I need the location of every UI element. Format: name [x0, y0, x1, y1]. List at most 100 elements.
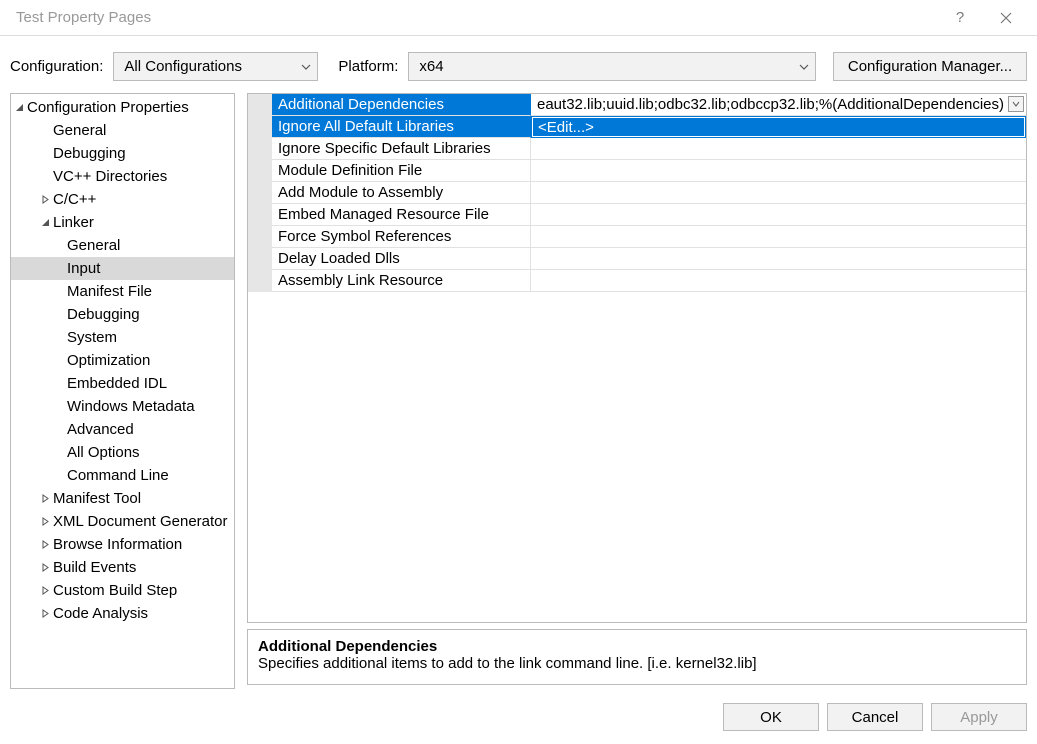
description-box: Additional Dependencies Specifies additi… — [247, 629, 1027, 685]
tree-item-label: Manifest Tool — [53, 490, 141, 507]
property-value[interactable] — [531, 160, 1026, 182]
tree-item-label: All Options — [67, 444, 140, 461]
help-icon: ? — [956, 9, 964, 26]
tree-item[interactable]: Optimization — [11, 349, 234, 372]
chevron-down-icon — [793, 62, 815, 72]
property-row[interactable]: Delay Loaded Dlls — [272, 248, 1026, 270]
tree-item-label: General — [53, 122, 106, 139]
help-button[interactable]: ? — [937, 1, 983, 35]
description-text: Specifies additional items to add to the… — [258, 655, 1016, 672]
tree-item-label: Advanced — [67, 421, 134, 438]
tree-item[interactable]: C/C++ — [11, 188, 234, 211]
cancel-button[interactable]: Cancel — [827, 703, 923, 731]
config-toolbar: Configuration: All Configurations Platfo… — [0, 36, 1037, 93]
tree-item[interactable]: VC++ Directories — [11, 165, 234, 188]
tree-item-label: General — [67, 237, 120, 254]
tree-item[interactable]: Custom Build Step — [11, 579, 234, 602]
close-icon — [1000, 12, 1012, 24]
tree-root-label: Configuration Properties — [27, 99, 189, 116]
tree-item-label: XML Document Generator — [53, 513, 228, 530]
property-value[interactable] — [531, 270, 1026, 292]
property-label: Module Definition File — [272, 160, 531, 182]
property-label: Embed Managed Resource File — [272, 204, 531, 226]
tree-item[interactable]: Windows Metadata — [11, 395, 234, 418]
titlebar: Test Property Pages ? — [0, 0, 1037, 36]
body-area: Configuration Properties General Debuggin… — [0, 93, 1037, 689]
property-row[interactable]: Module Definition File — [272, 160, 1026, 182]
ok-button[interactable]: OK — [723, 703, 819, 731]
property-row[interactable]: Ignore Specific Default Libraries — [272, 138, 1026, 160]
tree-item[interactable]: Input — [11, 257, 234, 280]
property-label: Ignore Specific Default Libraries — [272, 138, 531, 160]
tree-item[interactable]: Command Line — [11, 464, 234, 487]
tree-item[interactable]: Advanced — [11, 418, 234, 441]
apply-button[interactable]: Apply — [931, 703, 1027, 731]
expander-closed-icon[interactable] — [39, 586, 51, 595]
configuration-manager-button[interactable]: Configuration Manager... — [833, 52, 1027, 81]
platform-value: x64 — [409, 58, 793, 75]
expander-open-icon[interactable] — [13, 103, 25, 112]
tree-root[interactable]: Configuration Properties — [11, 96, 234, 119]
tree-item[interactable]: Manifest Tool — [11, 487, 234, 510]
property-value[interactable] — [531, 248, 1026, 270]
tree-item[interactable]: General — [11, 234, 234, 257]
property-value[interactable] — [531, 138, 1026, 160]
tree-item-label: Linker — [53, 214, 94, 231]
property-row[interactable]: Add Module to Assembly — [272, 182, 1026, 204]
tree-item-label: Code Analysis — [53, 605, 148, 622]
property-row[interactable]: Embed Managed Resource File — [272, 204, 1026, 226]
property-row[interactable]: Assembly Link Resource — [272, 270, 1026, 292]
property-row[interactable]: Additional Dependencieseaut32.lib;uuid.l… — [272, 94, 1026, 116]
tree-item[interactable]: Debugging — [11, 303, 234, 326]
expander-closed-icon[interactable] — [39, 494, 51, 503]
configuration-value: All Configurations — [114, 58, 295, 75]
tree-item-label: Embedded IDL — [67, 375, 167, 392]
right-pane: Additional Dependencieseaut32.lib;uuid.l… — [247, 93, 1027, 689]
window-title: Test Property Pages — [16, 9, 937, 26]
grid-gutter — [248, 94, 272, 292]
expander-closed-icon[interactable] — [39, 563, 51, 572]
configuration-combo[interactable]: All Configurations — [113, 52, 318, 81]
platform-combo[interactable]: x64 — [408, 52, 816, 81]
tree-item-label: C/C++ — [53, 191, 96, 208]
tree-item-label: Debugging — [53, 145, 126, 162]
tree-item[interactable]: System — [11, 326, 234, 349]
property-value[interactable]: <Edit...> — [532, 117, 1025, 137]
expander-closed-icon[interactable] — [39, 517, 51, 526]
tree-item[interactable]: Debugging — [11, 142, 234, 165]
tree-item-label: Input — [67, 260, 100, 277]
tree-item-label: VC++ Directories — [53, 168, 167, 185]
tree-item[interactable]: All Options — [11, 441, 234, 464]
expander-closed-icon[interactable] — [39, 195, 51, 204]
expander-closed-icon[interactable] — [39, 609, 51, 618]
close-button[interactable] — [983, 1, 1029, 35]
tree-item[interactable]: Code Analysis — [11, 602, 234, 625]
chevron-down-icon — [295, 62, 317, 72]
property-value[interactable]: eaut32.lib;uuid.lib;odbc32.lib;odbccp32.… — [531, 94, 1026, 116]
tree-item-label: Optimization — [67, 352, 150, 369]
property-label: Ignore All Default Libraries — [272, 116, 531, 138]
tree-item[interactable]: Embedded IDL — [11, 372, 234, 395]
expander-open-icon[interactable] — [39, 218, 51, 227]
tree-item-label: System — [67, 329, 117, 346]
tree-item[interactable]: Linker — [11, 211, 234, 234]
tree-item-label: Debugging — [67, 306, 140, 323]
property-value[interactable] — [531, 204, 1026, 226]
property-value[interactable] — [531, 226, 1026, 248]
tree-item[interactable]: XML Document Generator — [11, 510, 234, 533]
tree-item[interactable]: Build Events — [11, 556, 234, 579]
tree-item[interactable]: General — [11, 119, 234, 142]
tree-item[interactable]: Browse Information — [11, 533, 234, 556]
property-label: Force Symbol References — [272, 226, 531, 248]
tree-item[interactable]: Manifest File — [11, 280, 234, 303]
dropdown-button[interactable] — [1008, 96, 1024, 112]
tree-item-label: Command Line — [67, 467, 169, 484]
expander-closed-icon[interactable] — [39, 540, 51, 549]
property-value[interactable] — [531, 182, 1026, 204]
property-row[interactable]: Force Symbol References — [272, 226, 1026, 248]
chevron-down-icon — [1012, 100, 1020, 108]
property-row[interactable]: Ignore All Default Libraries<Edit...> — [272, 116, 1026, 138]
property-label: Add Module to Assembly — [272, 182, 531, 204]
tree-item-label: Custom Build Step — [53, 582, 177, 599]
tree-view[interactable]: Configuration Properties General Debuggin… — [10, 93, 235, 689]
